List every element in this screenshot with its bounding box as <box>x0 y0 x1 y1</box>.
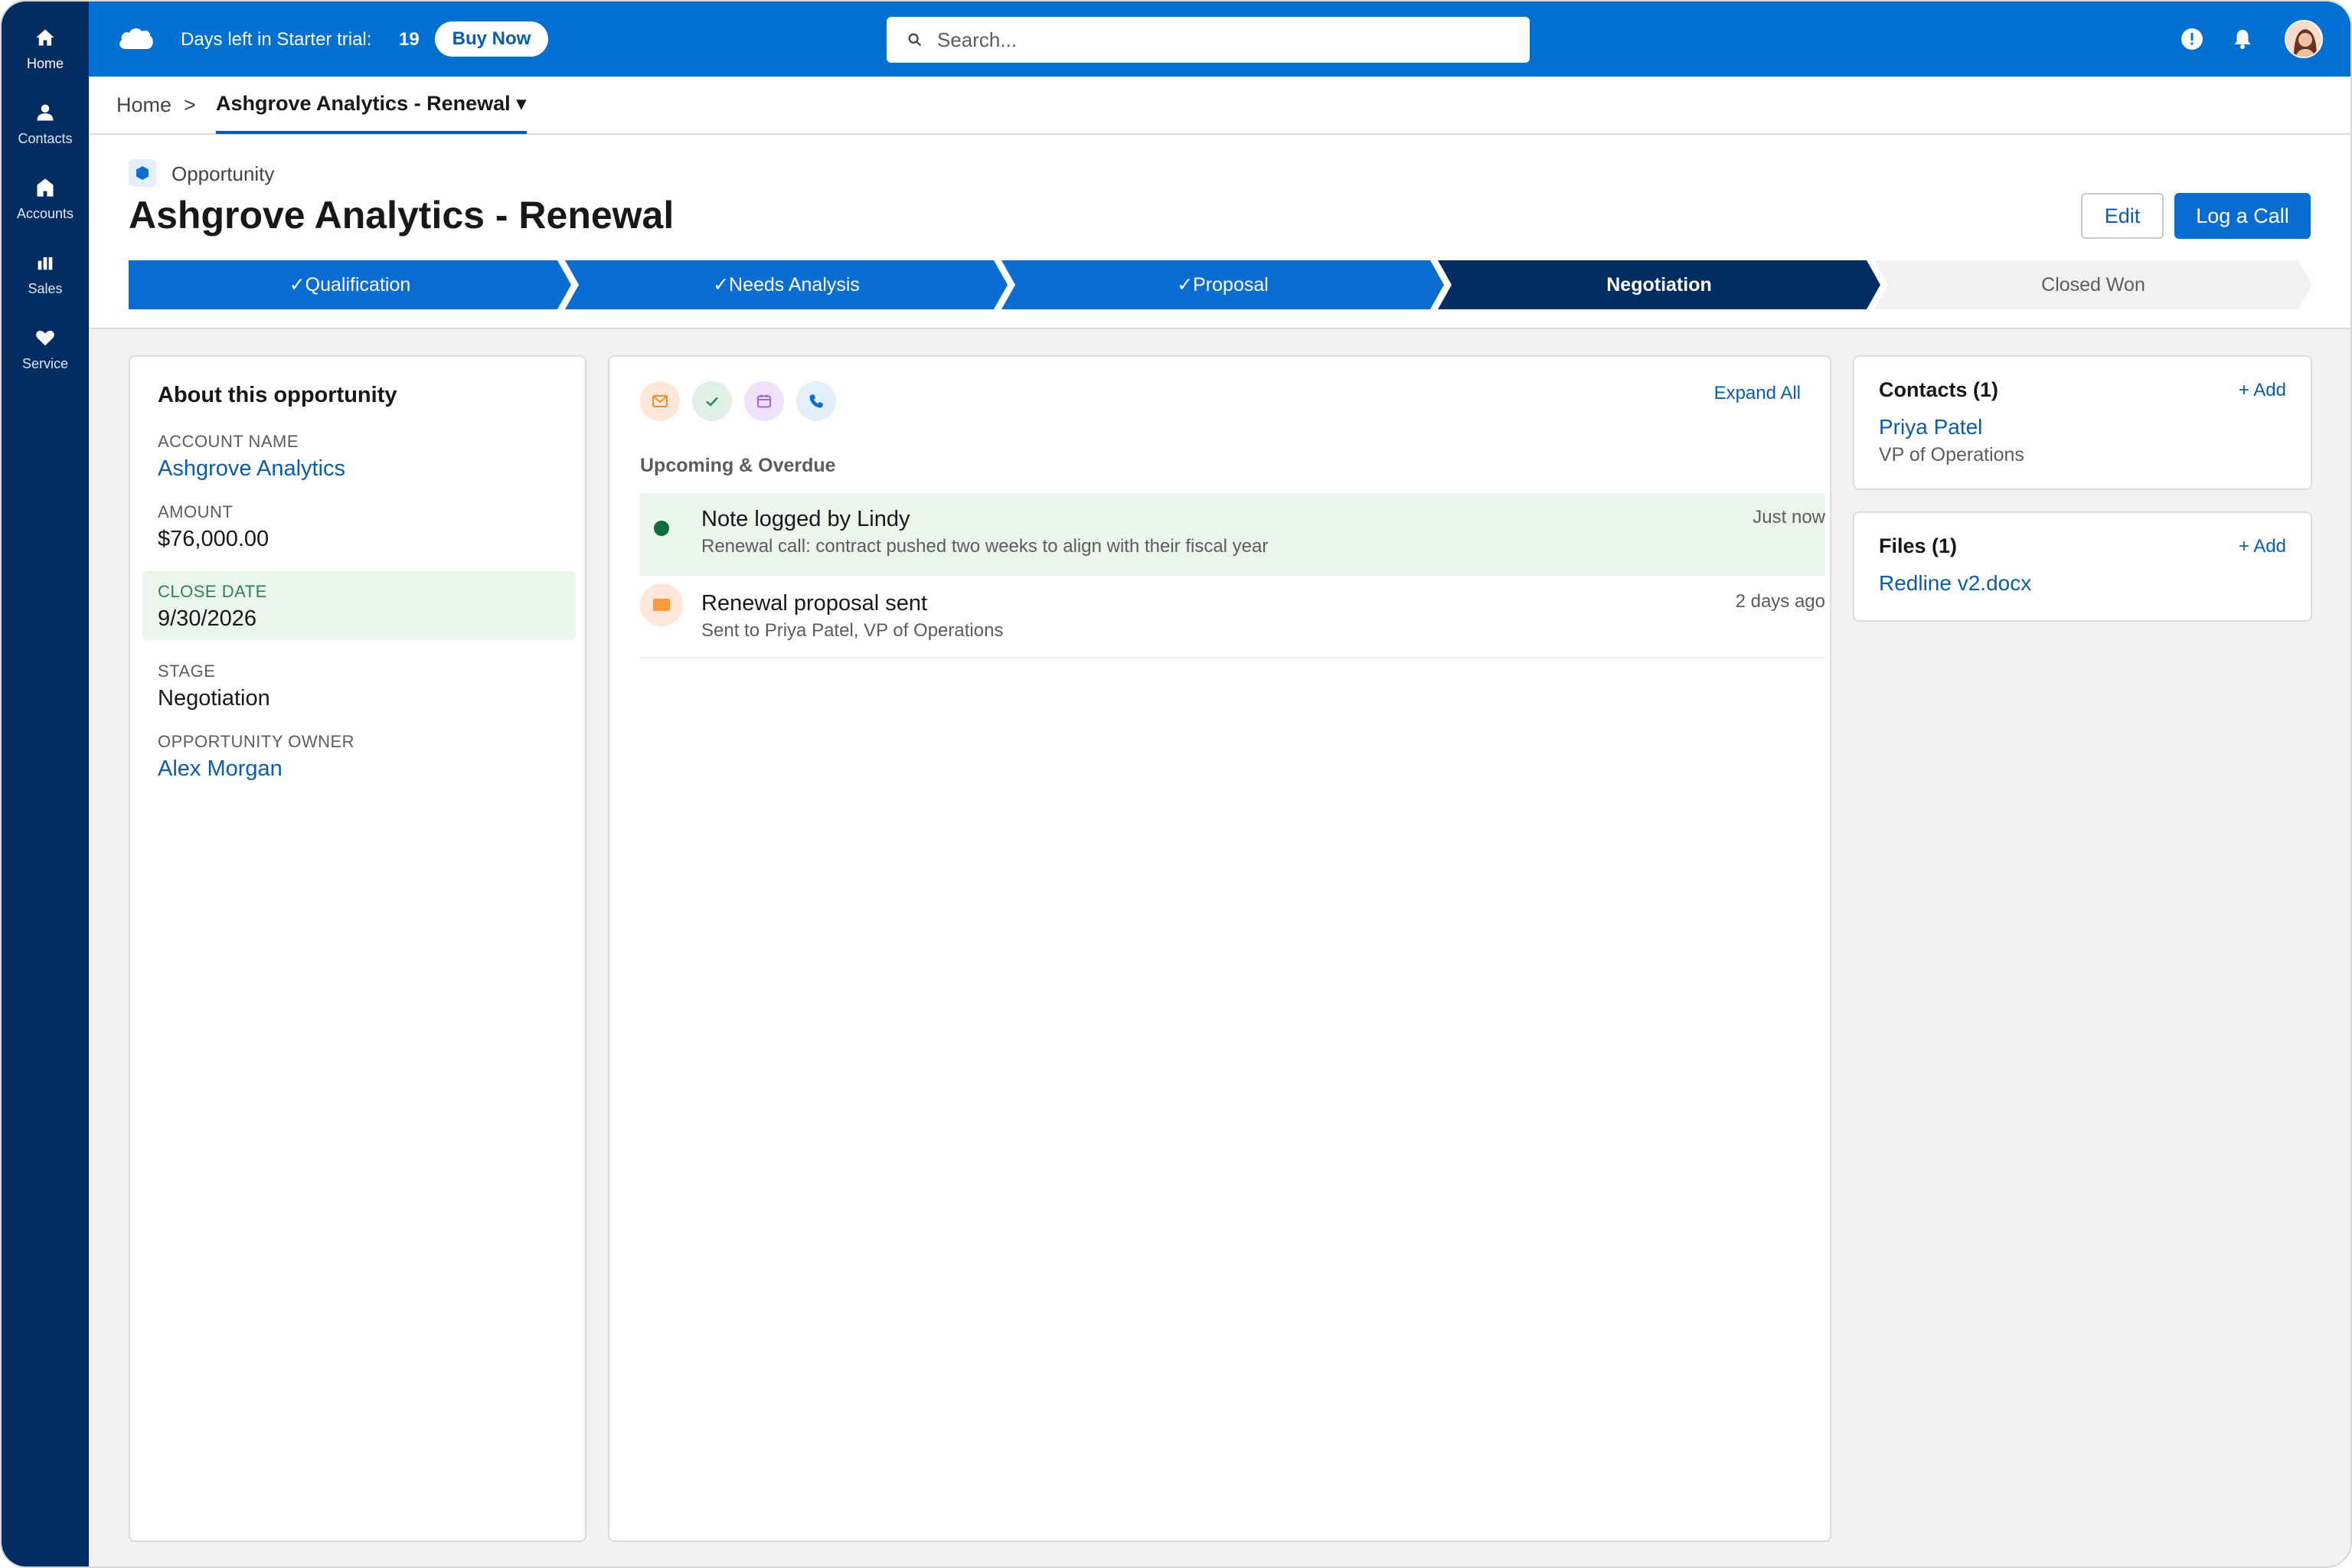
activity-item[interactable]: Note logged by Lindy Renewal call: contr… <box>640 493 1825 576</box>
activity-time: 2 days ago <box>1735 591 1825 612</box>
trial-text: Days left in Starter trial: <box>181 29 372 50</box>
note-status-dot-icon <box>654 521 669 536</box>
calendar-icon <box>757 394 771 408</box>
nav-item-accounts[interactable]: Accounts <box>2 162 89 236</box>
page-title: Ashgrove Analytics - Renewal <box>129 194 675 237</box>
email-activity-button[interactable] <box>640 381 680 421</box>
account-name-label: ACCOUNT NAME <box>158 432 299 451</box>
buy-now-button[interactable]: Buy Now <box>435 21 548 57</box>
search-icon <box>908 33 922 47</box>
about-opportunity-card: About this opportunity ACCOUNT NAME Ashg… <box>129 355 586 1542</box>
help-alert-icon[interactable] <box>2180 28 2203 51</box>
global-nav-rail: Home Contacts Accounts Sales Service <box>2 2 89 1566</box>
add-file-button[interactable]: + Add <box>2239 536 2286 557</box>
path-stage-label: ✓Proposal <box>1177 274 1269 296</box>
close-date-value: 9/30/2026 <box>158 606 257 631</box>
nav-item-label: Sales <box>28 280 63 296</box>
stage-label: STAGE <box>158 662 216 681</box>
file-link[interactable]: Redline v2.docx <box>1879 571 2031 596</box>
contacts-card-title: Contacts (1) <box>1879 378 1999 401</box>
path-stage-needs-analysis[interactable]: ✓Needs Analysis <box>565 260 1008 309</box>
files-card: Files (1) + Add Redline v2.docx <box>1853 511 2312 622</box>
activity-card: Expand All Upcoming & Overdue Note logge… <box>608 355 1831 1542</box>
bar-chart-icon <box>38 256 53 270</box>
amount-value: $76,000.00 <box>158 527 270 551</box>
upcoming-overdue-heading: Upcoming & Overdue <box>640 455 836 476</box>
activity-title: Note logged by Lindy <box>701 507 910 531</box>
breadcrumb: Home > Ashgrove Analytics - Renewal ▾ <box>89 77 2350 135</box>
nav-item-label: Contacts <box>18 130 73 146</box>
call-activity-button[interactable] <box>796 381 836 421</box>
sales-path: ✓Qualification ✓Needs Analysis ✓Proposal… <box>129 260 2312 309</box>
breadcrumb-home-link[interactable]: Home <box>116 93 172 117</box>
path-stage-label: ✓Needs Analysis <box>713 274 860 296</box>
nav-item-label: Home <box>26 55 64 71</box>
object-type-label: Opportunity <box>172 162 275 185</box>
contact-name-link[interactable]: Priya Patel <box>1879 415 1982 439</box>
cloud-logo-icon[interactable] <box>116 24 155 52</box>
breadcrumb-separator: > <box>184 93 196 116</box>
stage-value: Negotiation <box>158 686 270 710</box>
nav-item-label: Service <box>21 355 69 371</box>
add-contact-button[interactable]: + Add <box>2239 380 2286 401</box>
heart-icon <box>36 330 54 345</box>
activity-subtitle: Sent to Priya Patel, VP of Operations <box>701 620 1004 641</box>
avatar-image-icon <box>2286 21 2321 57</box>
breadcrumb-current-tab[interactable]: Ashgrove Analytics - Renewal ▾ <box>216 92 527 134</box>
about-card-title: About this opportunity <box>158 383 397 407</box>
person-icon <box>37 104 54 120</box>
activity-subtitle: Renewal call: contract pushed two weeks … <box>701 536 1269 557</box>
activity-item[interactable]: Renewal proposal sent Sent to Priya Pate… <box>640 576 1825 658</box>
nav-item-service[interactable]: Service <box>2 312 89 386</box>
building-icon <box>37 178 54 197</box>
amount-label: AMOUNT <box>158 502 234 521</box>
expand-all-link[interactable]: Expand All <box>1714 383 1801 404</box>
nav-item-home[interactable]: Home <box>2 12 89 86</box>
app-window: Home Contacts Accounts Sales Service Day… <box>0 0 2352 1568</box>
event-activity-button[interactable] <box>744 381 784 421</box>
top-bar: Days left in Starter trial: 19 Buy Now <box>89 2 2350 77</box>
path-stage-negotiation[interactable]: Negotiation <box>1438 260 1880 309</box>
close-date-label: CLOSE DATE <box>158 582 267 601</box>
path-stage-label: Negotiation <box>1606 273 1712 296</box>
phone-icon <box>809 394 823 408</box>
account-name-link[interactable]: Ashgrove Analytics <box>158 456 345 482</box>
path-stage-proposal[interactable]: ✓Proposal <box>1001 260 1444 309</box>
home-icon <box>36 29 54 45</box>
path-stage-qualification[interactable]: ✓Qualification <box>129 260 571 309</box>
global-search[interactable] <box>887 17 1530 63</box>
opportunity-icon <box>129 159 156 187</box>
files-card-title: Files (1) <box>1879 534 1958 557</box>
edit-button[interactable]: Edit <box>2081 193 2164 239</box>
email-icon <box>652 395 668 407</box>
document-icon <box>640 583 683 626</box>
nav-item-contacts[interactable]: Contacts <box>2 87 89 161</box>
path-stage-label: ✓Qualification <box>289 274 411 296</box>
contacts-card: Contacts (1) + Add Priya Patel VP of Ope… <box>1853 355 2312 490</box>
record-header: Opportunity Ashgrove Analytics - Renewal… <box>89 135 2350 329</box>
activity-title: Renewal proposal sent <box>701 591 928 616</box>
owner-link[interactable]: Alex Morgan <box>158 756 283 782</box>
search-input[interactable] <box>937 28 1519 52</box>
contact-role: VP of Operations <box>1879 444 2024 466</box>
nav-item-label: Accounts <box>16 205 74 221</box>
bell-icon[interactable] <box>2231 28 2254 51</box>
owner-label: OPPORTUNITY OWNER <box>158 732 355 751</box>
activity-time: Just now <box>1753 507 1825 528</box>
trial-days-count: 19 <box>399 29 420 50</box>
path-stage-label: Closed Won <box>2041 273 2145 296</box>
log-a-call-button[interactable]: Log a Call <box>2174 193 2311 239</box>
path-stage-closed-won[interactable]: Closed Won <box>1874 260 2312 309</box>
user-avatar[interactable] <box>2285 20 2323 58</box>
checkmark-icon <box>706 397 718 407</box>
task-activity-button[interactable] <box>692 381 732 421</box>
nav-item-sales[interactable]: Sales <box>2 237 89 311</box>
